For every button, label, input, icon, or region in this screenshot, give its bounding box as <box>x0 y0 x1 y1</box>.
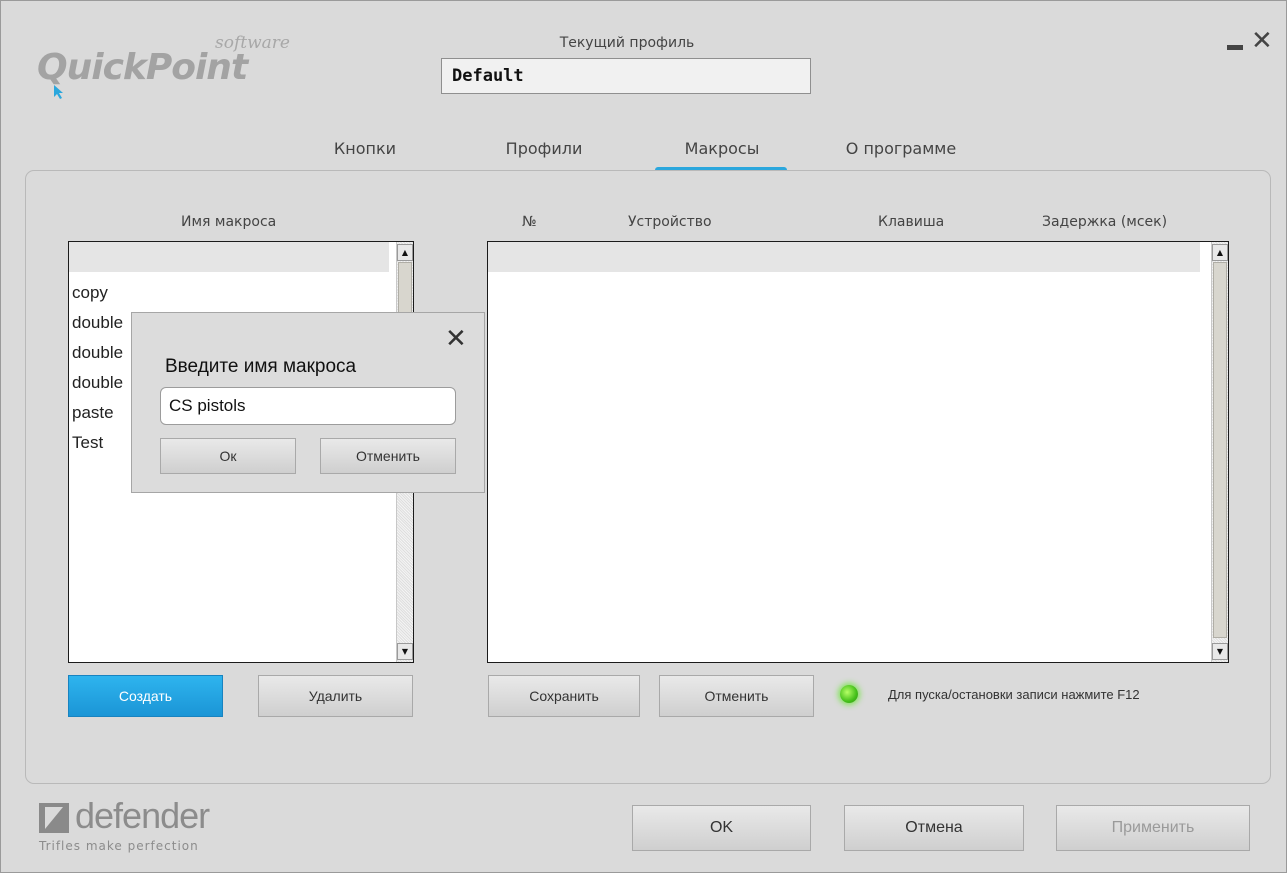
list-item[interactable]: paste <box>72 403 114 423</box>
selected-row[interactable] <box>488 242 1200 272</box>
steps-list-scrollbar[interactable]: ▲ ▼ <box>1211 242 1228 662</box>
app-window: QuickPoint software Текущий профиль Defa… <box>0 0 1287 873</box>
current-profile-select[interactable]: Default <box>441 58 811 94</box>
minimize-icon[interactable] <box>1227 45 1243 50</box>
list-item[interactable]: double <box>72 343 123 363</box>
cancel-macro-button[interactable]: Отменить <box>659 675 814 717</box>
tab-macros[interactable]: Макросы <box>673 139 771 158</box>
logo-cursor-icon <box>54 85 63 99</box>
selected-row[interactable] <box>69 242 389 272</box>
delay-header: Задержка (мсек) <box>1042 214 1168 230</box>
create-macro-button[interactable]: Создать <box>68 675 223 717</box>
dialog-ok-button[interactable]: Ок <box>160 438 296 474</box>
save-macro-button[interactable]: Сохранить <box>488 675 640 717</box>
close-icon[interactable]: ✕ <box>1251 27 1273 55</box>
tab-profiles[interactable]: Профили <box>498 139 590 158</box>
apply-button[interactable]: Применить <box>1056 805 1250 851</box>
quickpoint-logo: QuickPoint software <box>37 33 297 103</box>
macro-steps-list[interactable]: ▲ ▼ <box>487 241 1229 663</box>
scroll-up-icon[interactable]: ▲ <box>1212 244 1228 261</box>
macro-name-input[interactable]: CS pistols <box>160 387 456 425</box>
scroll-down-icon[interactable]: ▼ <box>397 643 413 660</box>
key-header: Клавиша <box>878 214 945 230</box>
current-profile-label: Текущий профиль <box>559 35 695 51</box>
record-status-icon <box>840 685 858 703</box>
record-hint: Для пуска/остановки записи нажмите F12 <box>888 687 1140 702</box>
logo-main-text: QuickPoint <box>37 47 248 88</box>
list-item[interactable]: Test <box>72 433 103 453</box>
tab-about[interactable]: О программе <box>831 139 971 158</box>
list-item[interactable]: copy <box>72 283 108 303</box>
delete-macro-button[interactable]: Удалить <box>258 675 413 717</box>
dialog-title: Введите имя макроса <box>165 356 357 377</box>
scroll-up-icon[interactable]: ▲ <box>397 244 413 261</box>
macro-name-dialog: ✕ Введите имя макроса CS pistols Ок Отме… <box>131 312 485 493</box>
cancel-button[interactable]: Отмена <box>844 805 1024 851</box>
defender-logo: defender Trifles make perfection <box>39 795 259 861</box>
dialog-cancel-button[interactable]: Отменить <box>320 438 456 474</box>
macro-name-header: Имя макроса <box>181 214 277 230</box>
list-item[interactable]: double <box>72 313 123 333</box>
brand-name: defender <box>75 795 210 836</box>
device-header: Устройство <box>628 214 712 230</box>
tab-buttons[interactable]: Кнопки <box>330 139 400 158</box>
ok-button[interactable]: OK <box>632 805 811 851</box>
scroll-thumb[interactable] <box>1213 262 1227 638</box>
scroll-down-icon[interactable]: ▼ <box>1212 643 1228 660</box>
list-item[interactable]: double <box>72 373 123 393</box>
logo-sub-text: software <box>215 33 290 53</box>
defender-logo-icon <box>39 803 69 833</box>
step-number-header: № <box>522 214 537 230</box>
brand-slogan: Trifles make perfection <box>39 839 199 853</box>
dialog-close-icon[interactable]: ✕ <box>445 325 467 353</box>
